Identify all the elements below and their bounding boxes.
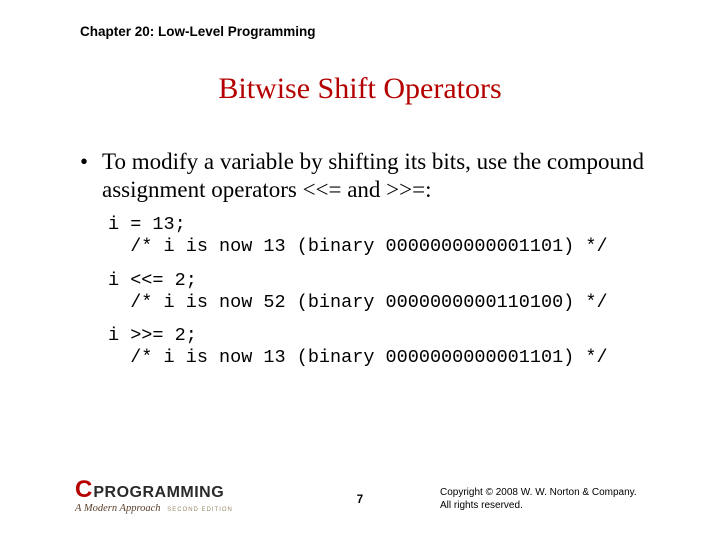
slide-title: Bitwise Shift Operators — [0, 72, 720, 106]
code-block: i <<= 2; /* i is now 52 (binary 00000000… — [108, 270, 660, 314]
bullet-item: • To modify a variable by shifting its b… — [80, 148, 660, 204]
chapter-heading: Chapter 20: Low-Level Programming — [80, 24, 316, 39]
code-block: i >>= 2; /* i is now 13 (binary 00000000… — [108, 325, 660, 369]
slide-body: • To modify a variable by shifting its b… — [80, 148, 660, 381]
footer: C PROGRAMMING A Modern Approach SECOND E… — [0, 474, 720, 514]
copyright-line-1: Copyright © 2008 W. W. Norton & Company. — [440, 487, 660, 500]
bullet-text: To modify a variable by shifting its bit… — [102, 148, 660, 204]
copyright-line-2: All rights reserved. — [440, 500, 660, 513]
copyright: Copyright © 2008 W. W. Norton & Company.… — [440, 487, 660, 512]
bullet-dot: • — [80, 148, 102, 204]
logo-edition: SECOND EDITION — [167, 507, 233, 513]
code-block: i = 13; /* i is now 13 (binary 000000000… — [108, 214, 660, 258]
